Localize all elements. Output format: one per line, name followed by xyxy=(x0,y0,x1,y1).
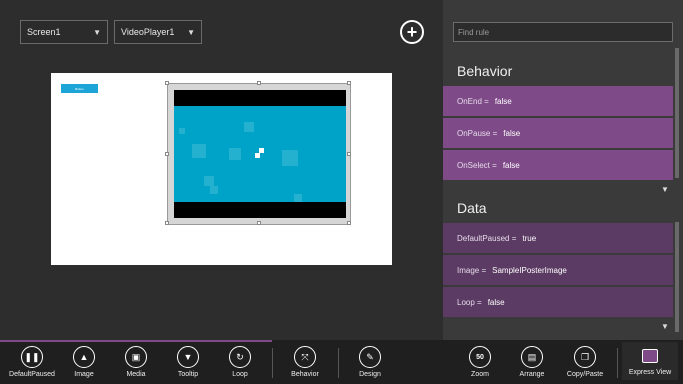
defaultpaused-button[interactable]: ❚❚ DefaultPaused xyxy=(4,346,60,378)
app-window: Screen1 ▼ VideoPlayer1 ▼ + Button Find r… xyxy=(0,0,683,384)
media-button[interactable]: ▣ Media xyxy=(108,346,164,378)
chevron-down-icon[interactable]: ▼ xyxy=(661,322,669,331)
tool-label: Zoom xyxy=(471,371,489,378)
rule-name: OnSelect = xyxy=(457,160,497,170)
chevron-down-icon: ▼ xyxy=(93,27,101,37)
loop-icon: ↻ xyxy=(229,346,251,368)
screen-dropdown[interactable]: Screen1 ▼ xyxy=(20,20,108,44)
design-icon: ✎ xyxy=(359,346,381,368)
tooltip-button[interactable]: ▼ Tooltip xyxy=(160,346,216,378)
rule-value: false xyxy=(487,297,505,307)
canvas-button-control[interactable]: Button xyxy=(61,84,98,93)
play-logo-icon xyxy=(255,148,265,158)
arrange-icon: ▤ xyxy=(521,346,543,368)
separator xyxy=(338,348,339,378)
video-poster xyxy=(174,106,346,202)
control-dropdown[interactable]: VideoPlayer1 ▼ xyxy=(114,20,202,44)
rule-onselect[interactable]: OnSelect = false xyxy=(443,150,673,180)
chevron-down-icon[interactable]: ▼ xyxy=(661,185,669,194)
design-canvas[interactable]: Button xyxy=(51,73,392,265)
rule-name: OnEnd = xyxy=(457,96,489,106)
behavior-icon: ⤧ xyxy=(294,346,316,368)
tool-label: Design xyxy=(359,371,381,378)
video-player xyxy=(174,90,346,218)
rule-name: Loop = xyxy=(457,297,482,307)
app-bar: ❚❚ DefaultPaused ▲ Image ▣ Media ▼ Toolt… xyxy=(0,340,683,384)
tool-label: Image xyxy=(74,371,94,378)
pause-icon: ❚❚ xyxy=(21,346,43,368)
canvas-button-label: Button xyxy=(75,86,84,91)
arrange-button[interactable]: ▤ Arrange xyxy=(504,346,560,378)
screen-dropdown-value: Screen1 xyxy=(27,27,61,37)
rule-loop[interactable]: Loop = false xyxy=(443,287,673,317)
resize-handle[interactable] xyxy=(165,152,169,156)
express-view-icon xyxy=(642,349,658,363)
tool-label: Tooltip xyxy=(177,371,199,378)
tool-label: Express View xyxy=(628,369,672,376)
rule-name: Image = xyxy=(457,265,487,275)
rule-value: false xyxy=(503,128,521,138)
resize-handle[interactable] xyxy=(257,81,261,85)
image-icon: ▲ xyxy=(73,346,95,368)
rule-name: OnPause = xyxy=(457,128,498,138)
rule-value: false xyxy=(494,96,512,106)
rule-onpause[interactable]: OnPause = false xyxy=(443,118,673,148)
rule-value: false xyxy=(502,160,520,170)
rule-value: SampleIPosterImage xyxy=(492,265,567,275)
rule-value: true xyxy=(522,233,537,243)
resize-handle[interactable] xyxy=(347,221,351,225)
zoom-button[interactable]: 50 Zoom xyxy=(452,346,508,378)
data-section-title: Data xyxy=(457,200,487,216)
image-button[interactable]: ▲ Image xyxy=(56,346,112,378)
express-view-button[interactable]: Express View xyxy=(622,342,678,380)
resize-handle[interactable] xyxy=(165,221,169,225)
resize-handle[interactable] xyxy=(165,81,169,85)
separator xyxy=(617,348,618,378)
tooltip-icon: ▼ xyxy=(177,346,199,368)
separator xyxy=(272,348,273,378)
tool-label: DefaultPaused xyxy=(9,371,55,378)
design-button[interactable]: ✎ Design xyxy=(342,346,398,378)
tool-label: Arrange xyxy=(519,371,545,378)
rule-name: DefaultPaused = xyxy=(457,233,517,243)
copy-paste-button[interactable]: ❐ Copy/Paste xyxy=(557,346,613,378)
chevron-down-icon: ▼ xyxy=(187,27,195,37)
rule-onend[interactable]: OnEnd = false xyxy=(443,86,673,116)
tool-label: Behavior xyxy=(291,371,319,378)
tool-label: Loop xyxy=(232,371,248,378)
loop-button[interactable]: ↻ Loop xyxy=(212,346,268,378)
control-dropdown-value: VideoPlayer1 xyxy=(121,27,175,37)
rule-defaultpaused[interactable]: DefaultPaused = true xyxy=(443,223,673,253)
behavior-button[interactable]: ⤧ Behavior xyxy=(277,346,333,378)
context-accent-line xyxy=(0,340,272,342)
behavior-section-title: Behavior xyxy=(457,63,513,79)
rules-panel: Behavior OnEnd = false OnPause = false O… xyxy=(443,0,683,340)
find-rule-input[interactable] xyxy=(453,22,673,42)
add-icon[interactable]: + xyxy=(400,20,424,44)
resize-handle[interactable] xyxy=(347,81,351,85)
tool-label: Media xyxy=(126,371,146,378)
copy-paste-icon: ❐ xyxy=(574,346,596,368)
tool-label: Copy/Paste xyxy=(566,371,604,378)
behavior-scrollbar[interactable] xyxy=(675,48,679,178)
video-player-control[interactable] xyxy=(165,81,351,225)
data-scrollbar[interactable] xyxy=(675,222,679,332)
add-symbol: + xyxy=(406,22,418,42)
zoom-icon: 50 xyxy=(469,346,491,368)
rule-image[interactable]: Image = SampleIPosterImage xyxy=(443,255,673,285)
media-icon: ▣ xyxy=(125,346,147,368)
resize-handle[interactable] xyxy=(347,152,351,156)
resize-handle[interactable] xyxy=(257,221,261,225)
